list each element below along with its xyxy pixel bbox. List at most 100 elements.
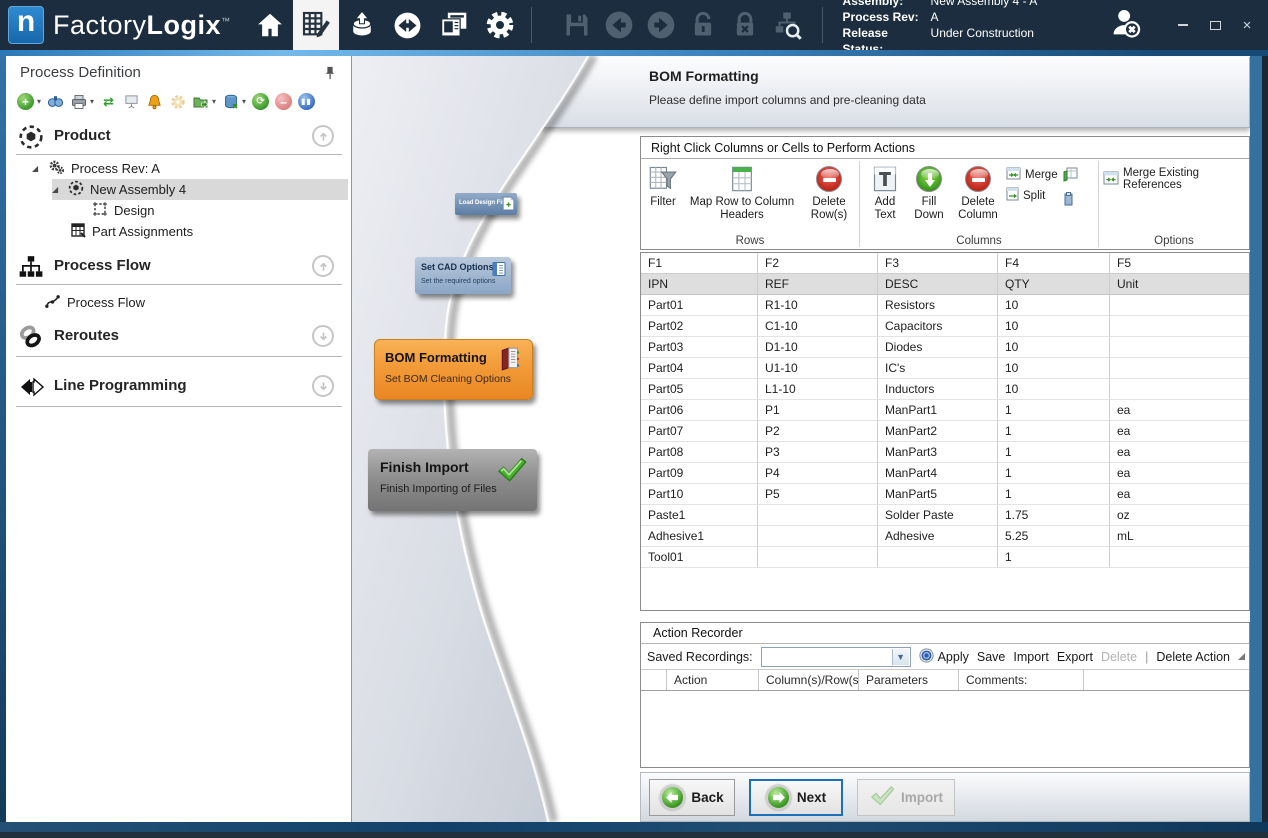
collapse-up-button[interactable] <box>312 255 334 277</box>
settings-gear-icon[interactable] <box>477 0 523 50</box>
tree-item-design[interactable]: Design <box>92 200 154 221</box>
bom-grid-cell[interactable]: P4 <box>758 463 878 484</box>
split-button[interactable]: Split <box>1006 187 1058 204</box>
bom-grid-cell[interactable]: Adhesive <box>878 526 998 547</box>
bom-grid-cell[interactable] <box>1110 379 1249 400</box>
bom-grid-cell[interactable]: F3 <box>878 253 998 274</box>
copy-table-icon[interactable] <box>1063 167 1078 187</box>
bom-grid-cell[interactable]: Part05 <box>641 379 758 400</box>
bom-grid-cell[interactable]: 10 <box>998 337 1110 358</box>
collapse-down-button[interactable] <box>312 375 334 397</box>
print-icon[interactable] <box>69 92 88 111</box>
delete-column-button[interactable]: Delete Column <box>952 161 1004 225</box>
bom-grid-cell[interactable]: 10 <box>998 358 1110 379</box>
bom-grid-cell[interactable]: 10 <box>998 379 1110 400</box>
bom-grid-cell[interactable]: QTY <box>998 274 1110 295</box>
unlock-icon[interactable] <box>682 0 724 50</box>
tree-item-part-assignments[interactable]: Part Assignments <box>70 221 193 242</box>
bom-grid-cell[interactable]: ea <box>1110 400 1249 421</box>
export-icon[interactable] <box>191 92 210 111</box>
bom-grid-cell[interactable]: Part09 <box>641 463 758 484</box>
bom-grid-cell[interactable]: ManPart3 <box>878 442 998 463</box>
bom-grid-cell[interactable] <box>1110 316 1249 337</box>
back-button[interactable]: Back <box>649 779 735 816</box>
bom-grid-cell[interactable] <box>1110 358 1249 379</box>
bom-grid-cell[interactable]: ManPart1 <box>878 400 998 421</box>
bom-grid-cell[interactable]: ManPart2 <box>878 421 998 442</box>
workflow-step-load-design-files[interactable]: Load Design Files <box>455 193 517 215</box>
fill-down-button[interactable]: Fill Down <box>906 161 952 225</box>
bom-grid-cell[interactable]: ManPart5 <box>878 484 998 505</box>
bom-grid-cell[interactable]: Part07 <box>641 421 758 442</box>
export-recording-button[interactable]: Export <box>1057 650 1093 664</box>
settings-pale-gear-icon[interactable] <box>168 92 187 111</box>
next-button[interactable]: Next <box>749 779 843 816</box>
workflow-step-finish-import[interactable]: Finish Import Finish Importing of Files <box>368 449 537 511</box>
forward-history-icon[interactable] <box>640 0 682 50</box>
bom-grid-cell[interactable]: ea <box>1110 442 1249 463</box>
documents-icon[interactable] <box>431 0 477 50</box>
bom-grid-cell[interactable]: 5.25 <box>998 526 1110 547</box>
bom-grid-cell[interactable]: Capacitors <box>878 316 998 337</box>
bom-grid-cell[interactable] <box>1110 295 1249 316</box>
bom-grid-cell[interactable] <box>758 547 878 568</box>
back-history-icon[interactable] <box>598 0 640 50</box>
filter-button[interactable]: Filter <box>645 161 681 212</box>
bom-grid-cell[interactable]: Resistors <box>878 295 998 316</box>
import-button[interactable]: Import <box>857 779 955 816</box>
tree-item-process-flow[interactable]: Process Flow <box>44 292 145 313</box>
bom-grid-cell[interactable]: Part03 <box>641 337 758 358</box>
process-search-icon[interactable] <box>766 0 808 50</box>
save-icon[interactable] <box>556 0 598 50</box>
export-dropdown-icon[interactable]: ▾ <box>212 97 216 106</box>
comments-column-header[interactable]: Comments: <box>959 670 1084 690</box>
expander-icon[interactable]: ◢ <box>52 185 62 194</box>
tree-item-new-assembly[interactable]: ◢ New Assembly 4 <box>52 179 348 200</box>
refresh-icon[interactable]: ⟳ <box>251 92 270 111</box>
presentation-icon[interactable] <box>122 92 141 111</box>
bom-grid-cell[interactable]: ea <box>1110 484 1249 505</box>
parameters-column-header[interactable]: Parameters <box>859 670 959 690</box>
bom-grid-cell[interactable]: P5 <box>758 484 878 505</box>
add-text-button[interactable]: Add Text <box>864 161 906 225</box>
minimize-button[interactable] <box>1172 14 1194 36</box>
bom-grid-cell[interactable]: D1-10 <box>758 337 878 358</box>
bom-grid-cell[interactable]: IPN <box>641 274 758 295</box>
bom-grid-cell[interactable]: P1 <box>758 400 878 421</box>
bom-grid-cell[interactable]: Inductors <box>878 379 998 400</box>
clipboard-icon[interactable] <box>1063 192 1078 211</box>
bom-grid-cell[interactable]: Diodes <box>878 337 998 358</box>
bom-grid-cell[interactable]: mL <box>1110 526 1249 547</box>
logout-user-icon[interactable] <box>1110 6 1144 45</box>
bom-grid-cell[interactable]: 1 <box>998 400 1110 421</box>
pause-icon[interactable]: ▮▮ <box>297 92 316 111</box>
bom-grid-cell[interactable]: DESC <box>878 274 998 295</box>
bom-grid-cell[interactable] <box>878 547 998 568</box>
import-recording-button[interactable]: Import <box>1013 650 1048 664</box>
delete-rows-button[interactable]: Delete Row(s) <box>803 161 855 225</box>
bom-grid-cell[interactable] <box>758 526 878 547</box>
bom-grid-cell[interactable]: Part10 <box>641 484 758 505</box>
apply-button[interactable]: Apply <box>938 650 969 664</box>
alert-bell-icon[interactable] <box>145 92 164 111</box>
bom-grid-cell[interactable]: C1-10 <box>758 316 878 337</box>
expander-icon[interactable]: ◢ <box>32 164 42 173</box>
map-row-button[interactable]: Map Row to Column Headers <box>681 161 803 225</box>
bom-grid-cell[interactable]: F2 <box>758 253 878 274</box>
merge-button[interactable]: Merge <box>1006 167 1058 183</box>
merge-existing-references-toggle[interactable]: Merge Existing References <box>1103 167 1245 191</box>
bom-grid-cell[interactable]: R1-10 <box>758 295 878 316</box>
delete-recording-button[interactable]: Delete <box>1101 650 1137 664</box>
lock-delete-icon[interactable] <box>724 0 766 50</box>
database-dropdown-icon[interactable]: ▾ <box>242 97 246 106</box>
database-remove-icon[interactable] <box>221 92 240 111</box>
process-definition-icon[interactable] <box>293 0 339 50</box>
bom-grid-cell[interactable]: L1-10 <box>758 379 878 400</box>
bom-grid-cell[interactable]: oz <box>1110 505 1249 526</box>
bom-grid-cell[interactable]: 1 <box>998 442 1110 463</box>
bom-grid-cell[interactable]: P3 <box>758 442 878 463</box>
bom-grid-cell[interactable]: ManPart4 <box>878 463 998 484</box>
bom-grid-cell[interactable]: Solder Paste <box>878 505 998 526</box>
combo-arrow-icon[interactable]: ▼ <box>892 649 909 665</box>
bom-grid-cell[interactable]: Part06 <box>641 400 758 421</box>
